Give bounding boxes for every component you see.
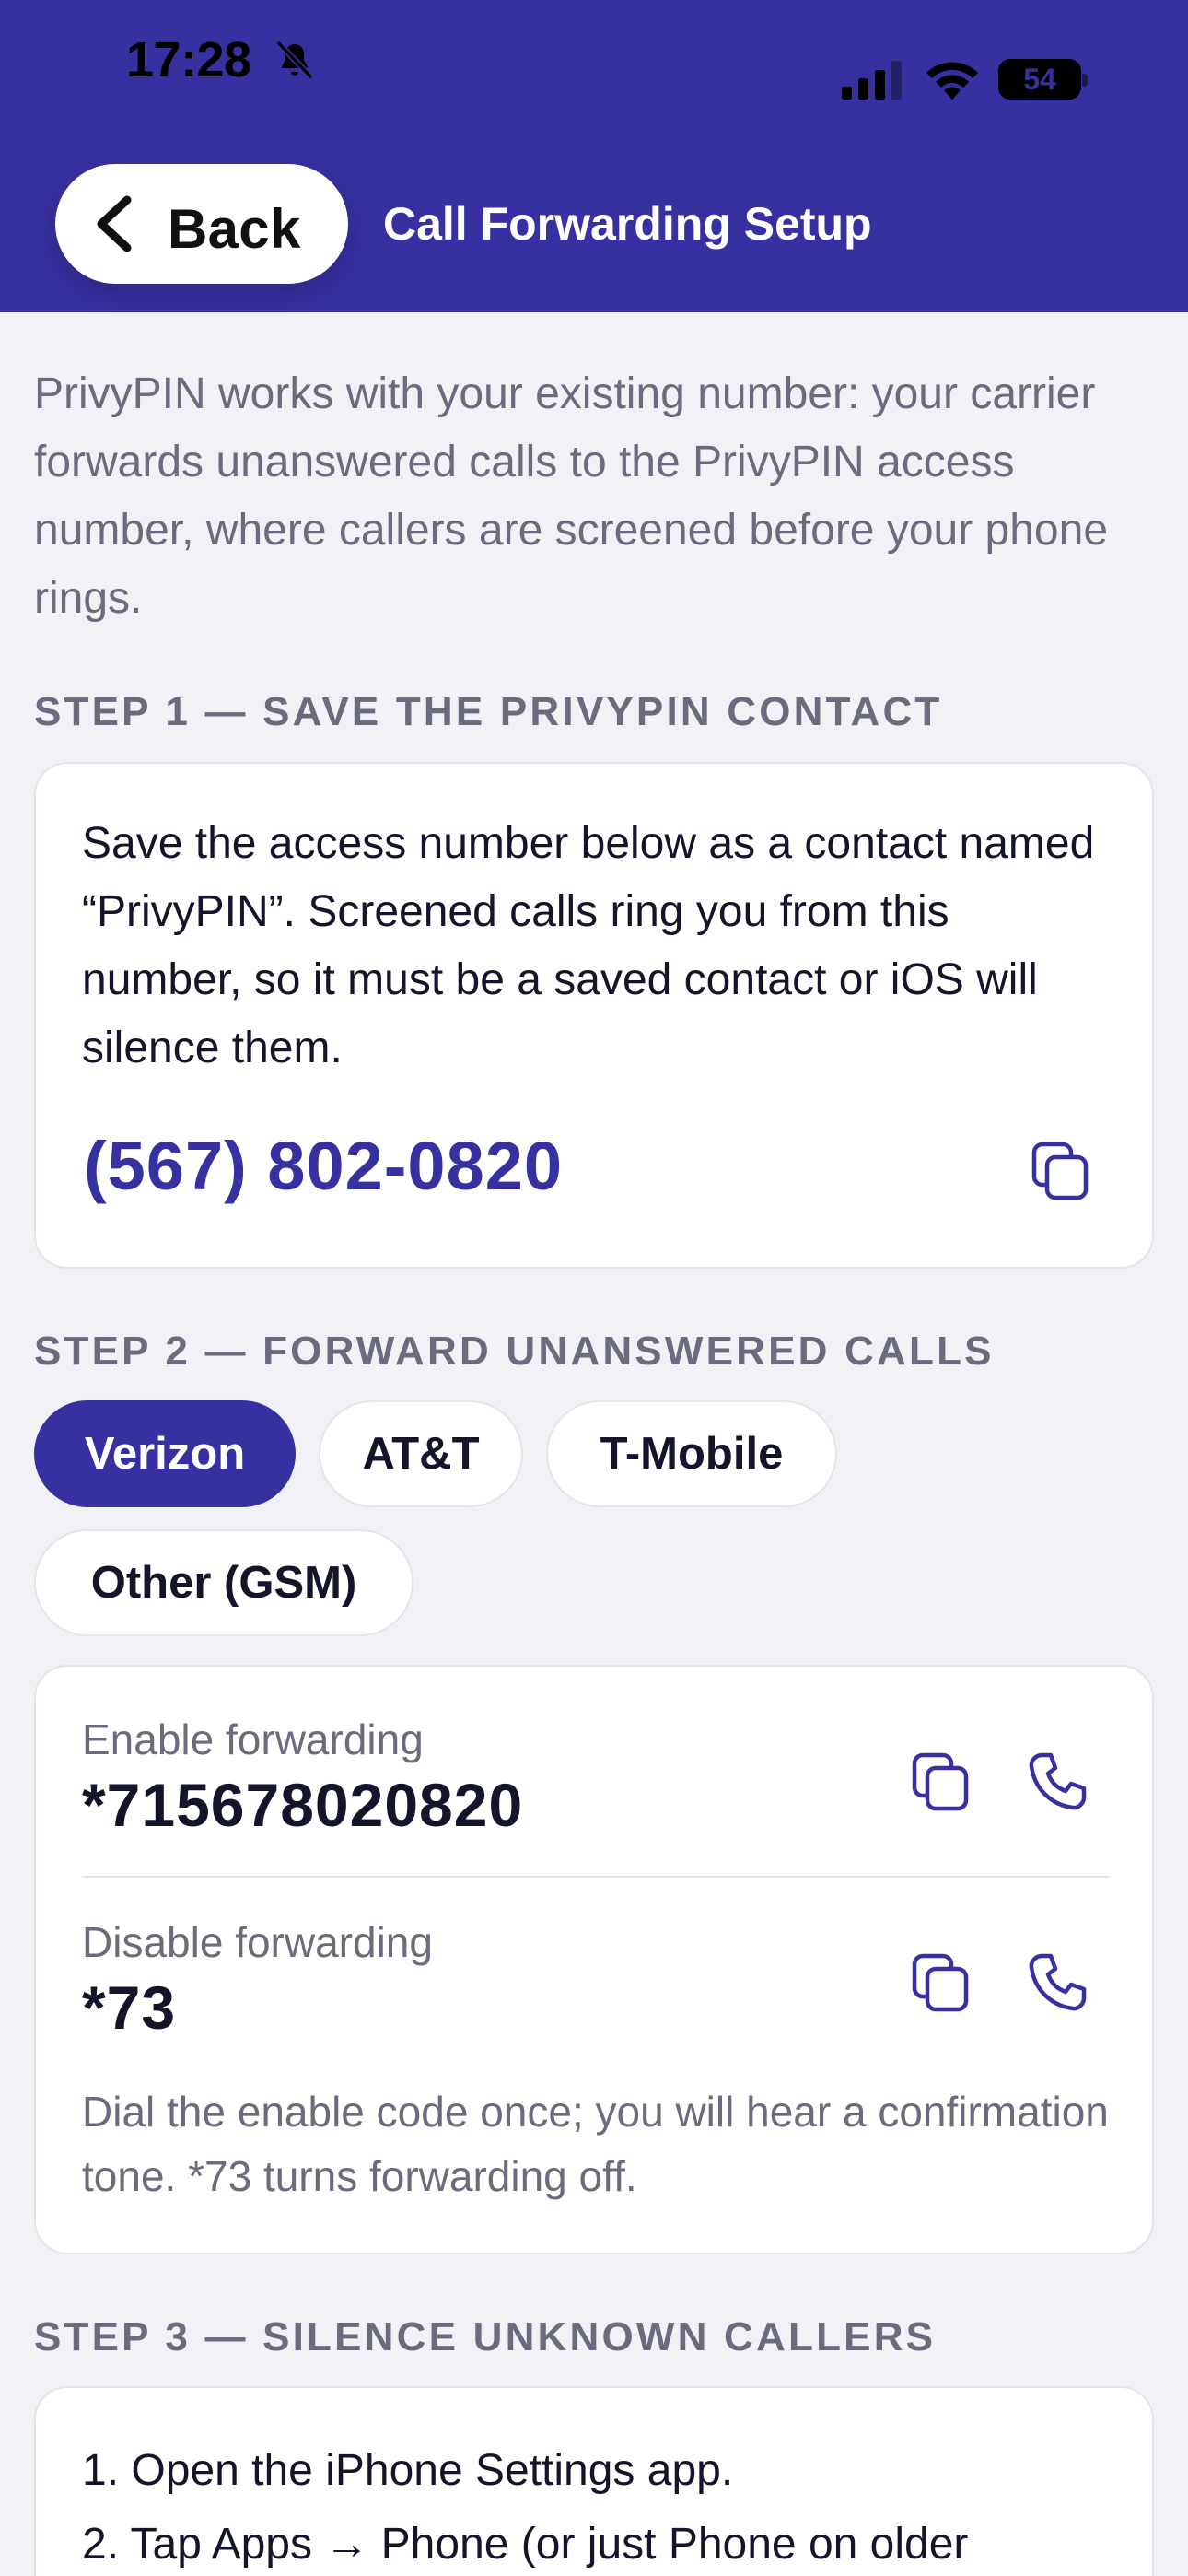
carrier-chip-other-gsm[interactable]: Other (GSM) xyxy=(34,1529,413,1636)
carrier-chip-tmobile[interactable]: T-Mobile xyxy=(546,1400,837,1507)
page-title: Call Forwarding Setup xyxy=(383,198,872,250)
bell-slash-icon xyxy=(275,40,314,80)
copy-enable-code-icon[interactable] xyxy=(909,1750,973,1814)
forwarding-note: Dial the enable code once; you will hear… xyxy=(82,2088,1109,2200)
step3-heading: STEP 3 — SILENCE UNKNOWN CALLERS xyxy=(34,2314,937,2359)
step1-heading: STEP 1 — SAVE THE PRIVYPIN CONTACT xyxy=(34,689,943,734)
step2-heading: STEP 2 — FORWARD UNANSWERED CALLS xyxy=(34,1329,995,1374)
copy-disable-code-icon[interactable] xyxy=(909,1950,973,2015)
battery-icon: 54 xyxy=(998,59,1088,100)
cellular-signal-icon xyxy=(842,61,902,100)
enable-forwarding-label: Enable forwarding xyxy=(82,1715,424,1763)
step3-list-item: 1. Open the iPhone Settings app. xyxy=(82,2446,734,2495)
copy-icon[interactable] xyxy=(1029,1139,1093,1203)
back-button-label: Back xyxy=(168,198,301,260)
intro-text: PrivyPIN works with your existing number… xyxy=(34,369,1109,623)
dial-enable-code-phone-icon[interactable] xyxy=(1025,1750,1089,1814)
app-header: 17:28 54 Back Call Forwarding Setup xyxy=(0,0,1188,312)
disable-forwarding-label: Disable forwarding xyxy=(82,1918,433,1966)
step3-list-item: 2. Tap Apps → Phone (or just Phone on ol… xyxy=(82,2520,969,2569)
disable-forwarding-code: *73 xyxy=(82,1973,177,2042)
dial-disable-code-phone-icon[interactable] xyxy=(1025,1950,1089,2015)
status-time: 17:28 xyxy=(126,32,251,88)
step1-body: Save the access number below as a contac… xyxy=(82,819,1095,1072)
carrier-chip-att[interactable]: AT&T xyxy=(319,1400,523,1507)
forwarding-codes-card: Enable forwarding *715678020820 Disable … xyxy=(34,1665,1154,2254)
enable-forwarding-code: *715678020820 xyxy=(82,1771,524,1839)
chevron-left-icon xyxy=(97,195,132,252)
step3-card: 1. Open the iPhone Settings app. 2. Tap … xyxy=(34,2386,1154,2576)
access-number[interactable]: (567) 802-0820 xyxy=(84,1127,563,1205)
carrier-chip-verizon[interactable]: Verizon xyxy=(34,1400,296,1507)
codes-divider xyxy=(82,1876,1110,1878)
wifi-icon xyxy=(926,62,978,100)
battery-percentage: 54 xyxy=(1023,63,1056,96)
back-button[interactable]: Back xyxy=(55,164,348,284)
step1-card: Save the access number below as a contac… xyxy=(34,762,1154,1269)
